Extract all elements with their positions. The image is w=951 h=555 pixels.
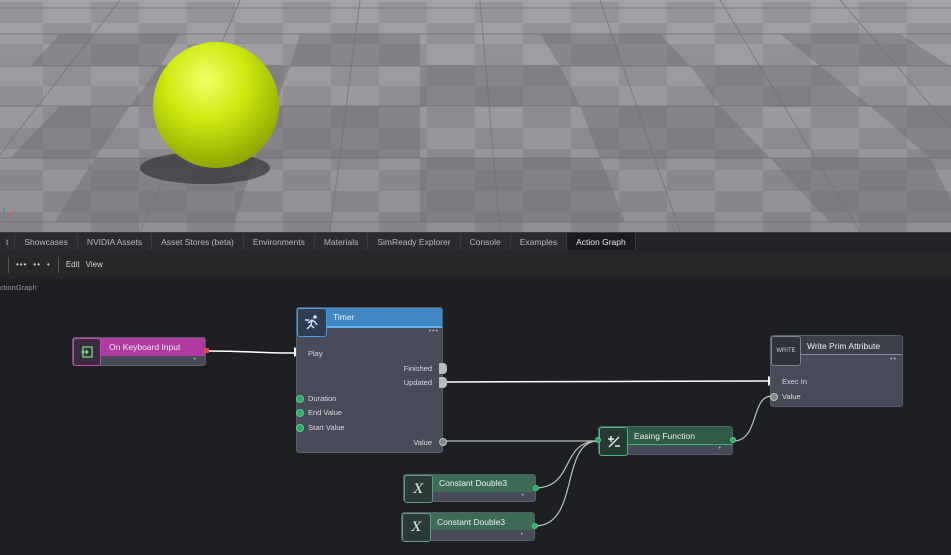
input-pin-start-value[interactable] xyxy=(296,424,304,432)
running-person-icon xyxy=(297,308,327,337)
write-icon-label: WRITE xyxy=(776,348,796,354)
variable-x-icon: X xyxy=(402,513,431,542)
tab-simready-explorer[interactable]: SimReady Explorer xyxy=(368,233,461,250)
output-pin[interactable] xyxy=(730,437,736,443)
tab-asset-stores[interactable]: Asset Stores (beta) xyxy=(152,233,244,250)
input-pin[interactable] xyxy=(595,437,601,443)
port-updated: Updated xyxy=(403,378,432,387)
exec-out-pin-updated[interactable] xyxy=(439,377,447,388)
node-menu-dots[interactable]: • xyxy=(521,531,524,538)
viewport-scene xyxy=(0,0,951,232)
tab-console[interactable]: Console xyxy=(460,233,511,250)
input-pin-value[interactable] xyxy=(770,393,778,401)
port-end-value: End Value xyxy=(308,408,343,417)
node-menu-dots[interactable]: •• xyxy=(890,356,897,363)
yellow-sphere[interactable] xyxy=(153,42,279,168)
expand-button[interactable]: •• xyxy=(30,260,44,269)
node-title: Timer xyxy=(333,312,355,322)
panel-tab-bar: t Showcases NVIDIA Assets Asset Stores (… xyxy=(0,232,951,250)
node-easing-function[interactable]: Easing Function • xyxy=(595,426,736,456)
tab-showcases[interactable]: Showcases xyxy=(15,233,78,250)
graph-toolbar: ••• •• • Edit View xyxy=(0,250,951,280)
tab-nvidia-assets[interactable]: NVIDIA Assets xyxy=(77,233,153,250)
3d-viewport[interactable] xyxy=(0,0,951,232)
node-menu-dots[interactable]: • xyxy=(719,445,722,452)
node-constant-double3[interactable]: X Constant Double3 • xyxy=(403,474,539,503)
output-pin-value[interactable] xyxy=(439,438,447,446)
port-value: Value xyxy=(782,392,801,401)
node-constant-double3[interactable]: X Constant Double3 • xyxy=(401,512,538,542)
tab-truncated[interactable]: t xyxy=(0,233,16,250)
toolbar-divider xyxy=(8,256,9,273)
variable-x-label: X xyxy=(413,481,424,497)
more-options-button[interactable]: ••• xyxy=(13,260,30,269)
port-exec-in: Exec In xyxy=(782,377,808,386)
tab-examples[interactable]: Examples xyxy=(510,233,568,250)
node-title: On Keyboard Input xyxy=(109,342,181,352)
port-finished: Finished xyxy=(403,364,432,373)
tab-environments[interactable]: Environments xyxy=(243,233,315,250)
toolbar-divider xyxy=(57,256,59,273)
node-menu-dots[interactable]: ••• xyxy=(429,328,439,335)
app-window: t Showcases NVIDIA Assets Asset Stores (… xyxy=(0,0,951,555)
output-pin[interactable] xyxy=(533,485,539,491)
output-pin[interactable] xyxy=(532,523,538,529)
tab-action-graph[interactable]: Action Graph xyxy=(567,233,636,250)
keyboard-input-icon xyxy=(73,338,101,366)
node-timer[interactable]: Timer ••• Play Finished Updated Duration… xyxy=(296,307,447,453)
input-pin-duration[interactable] xyxy=(296,395,304,403)
edit-menu[interactable]: Edit xyxy=(63,260,83,269)
collapse-button[interactable]: • xyxy=(44,260,54,269)
graph-breadcrumb: ctionGraph xyxy=(0,283,37,292)
node-title: Easing Function xyxy=(634,431,695,441)
variable-x-label: X xyxy=(411,520,422,535)
port-value: Value xyxy=(413,438,432,447)
exec-out-pin-finished[interactable] xyxy=(439,363,447,374)
node-title: Constant Double3 xyxy=(437,517,506,527)
node-menu-dots[interactable]: • xyxy=(522,492,525,499)
port-start-value: Start Value xyxy=(308,423,345,432)
node-menu-dots[interactable]: • xyxy=(194,356,197,363)
node-title: Constant Double3 xyxy=(439,478,508,488)
plus-minus-icon xyxy=(599,427,628,456)
tab-materials[interactable]: Materials xyxy=(314,233,369,250)
port-play: Play xyxy=(308,349,323,358)
variable-x-icon: X xyxy=(404,475,433,503)
input-pin-end-value[interactable] xyxy=(296,409,304,417)
node-title: Write Prim Attribute xyxy=(807,341,881,351)
node-on-keyboard-input[interactable]: On Keyboard Input • xyxy=(72,337,209,366)
exec-out-pin[interactable] xyxy=(204,348,209,353)
node-write-prim-attribute[interactable]: WRITE Write Prim Attribute •• Exec In Va… xyxy=(770,335,903,407)
write-icon: WRITE xyxy=(771,336,801,366)
port-duration: Duration xyxy=(308,394,337,403)
view-menu[interactable]: View xyxy=(83,260,106,269)
